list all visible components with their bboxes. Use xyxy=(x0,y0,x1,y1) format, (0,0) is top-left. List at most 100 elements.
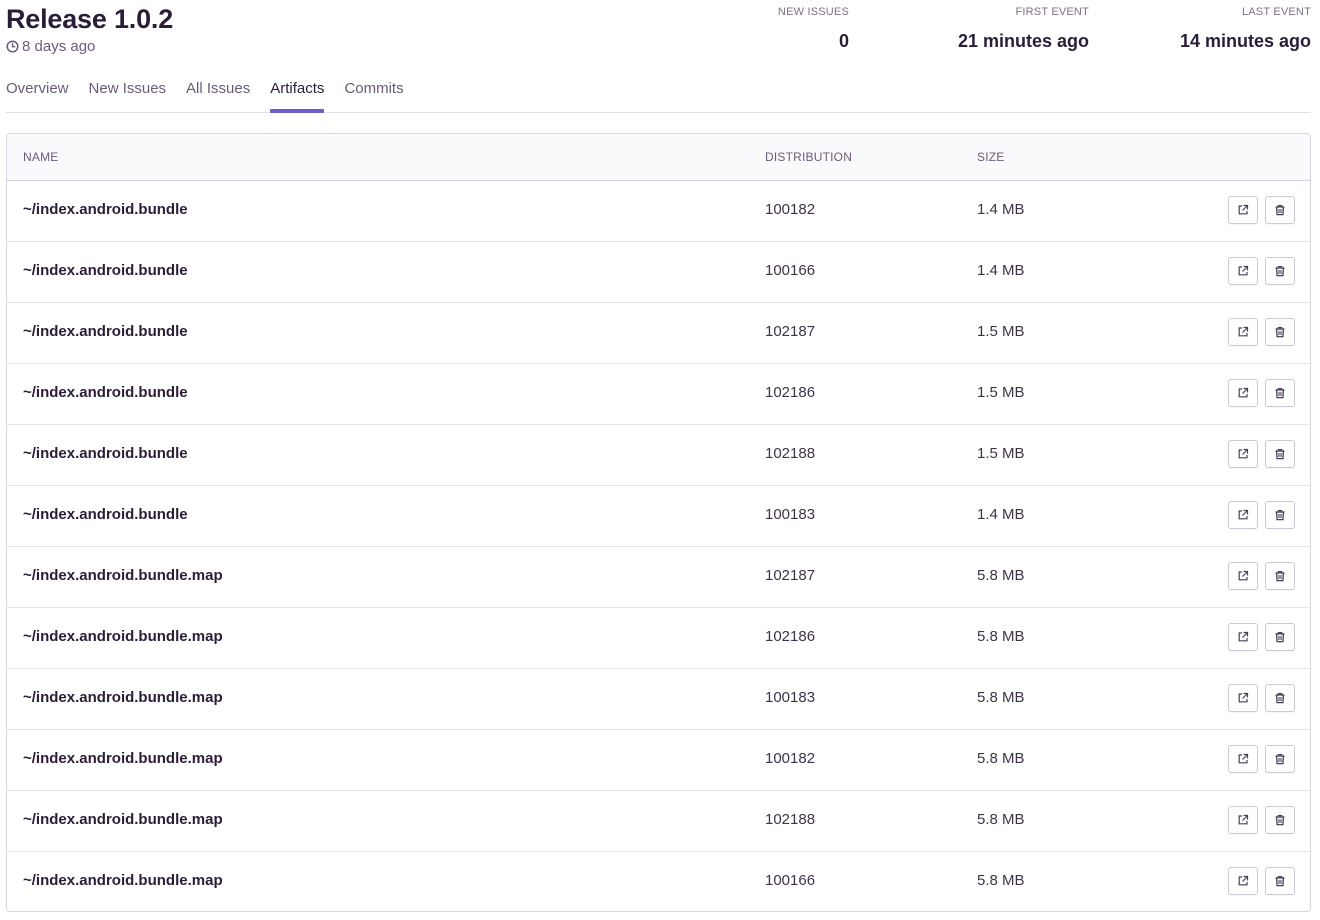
open-artifact-button[interactable] xyxy=(1228,623,1258,651)
artifact-size: 1.5 MB xyxy=(977,445,1025,462)
delete-artifact-button[interactable] xyxy=(1265,684,1295,712)
trash-icon xyxy=(1274,875,1286,887)
delete-artifact-button[interactable] xyxy=(1265,257,1295,285)
row-actions xyxy=(1221,562,1295,590)
row-actions xyxy=(1221,257,1295,285)
delete-artifact-button[interactable] xyxy=(1265,440,1295,468)
artifact-size: 1.5 MB xyxy=(977,323,1025,340)
artifact-name: ~/index.android.bundle.map xyxy=(23,628,223,645)
artifact-name: ~/index.android.bundle xyxy=(23,445,188,462)
delete-artifact-button[interactable] xyxy=(1265,623,1295,651)
open-artifact-button[interactable] xyxy=(1228,684,1258,712)
table-header: NAME DISTRIBUTION SIZE xyxy=(7,134,1310,181)
tab-new-issues[interactable]: New Issues xyxy=(89,77,167,111)
open-artifact-button[interactable] xyxy=(1228,501,1258,529)
artifact-size: 1.4 MB xyxy=(977,262,1025,279)
artifact-size: 5.8 MB xyxy=(977,811,1025,828)
artifact-name: ~/index.android.bundle xyxy=(23,201,188,218)
open-artifact-button[interactable] xyxy=(1228,440,1258,468)
open-artifact-button[interactable] xyxy=(1228,318,1258,346)
table-row: ~/index.android.bundle 102188 1.5 MB xyxy=(7,425,1310,486)
artifact-name: ~/index.android.bundle.map xyxy=(23,750,223,767)
row-actions xyxy=(1221,623,1295,651)
stat-label: NEW ISSUES xyxy=(777,6,849,18)
row-actions xyxy=(1221,745,1295,773)
delete-artifact-button[interactable] xyxy=(1265,562,1295,590)
release-age-text: 8 days ago xyxy=(22,38,96,55)
row-actions xyxy=(1221,806,1295,834)
artifact-distribution: 102187 xyxy=(765,567,816,584)
artifact-size: 5.8 MB xyxy=(977,872,1025,889)
column-header-name: NAME xyxy=(23,150,59,164)
artifact-name: ~/index.android.bundle.map xyxy=(23,811,223,828)
external-link-icon xyxy=(1237,814,1249,826)
open-artifact-button[interactable] xyxy=(1228,257,1258,285)
artifact-size: 1.5 MB xyxy=(977,384,1025,401)
column-header-distribution: DISTRIBUTION xyxy=(765,150,853,164)
artifact-name: ~/index.android.bundle.map xyxy=(23,872,223,889)
artifact-name: ~/index.android.bundle xyxy=(23,506,188,523)
row-actions xyxy=(1221,196,1295,224)
table-row: ~/index.android.bundle.map 100166 5.8 MB xyxy=(7,852,1310,911)
trash-icon xyxy=(1274,570,1286,582)
tab-all-issues[interactable]: All Issues xyxy=(186,77,250,111)
artifact-size: 5.8 MB xyxy=(977,689,1025,706)
release-stats: NEW ISSUES 0 FIRST EVENT 21 minutes ago … xyxy=(729,6,1311,52)
external-link-icon xyxy=(1237,753,1249,765)
table-row: ~/index.android.bundle.map 102187 5.8 MB xyxy=(7,547,1310,608)
clock-icon xyxy=(6,40,19,53)
delete-artifact-button[interactable] xyxy=(1265,867,1295,895)
delete-artifact-button[interactable] xyxy=(1265,196,1295,224)
open-artifact-button[interactable] xyxy=(1228,379,1258,407)
open-artifact-button[interactable] xyxy=(1228,867,1258,895)
artifact-size: 1.4 MB xyxy=(977,506,1025,523)
stat-value: 21 minutes ago xyxy=(957,31,1089,51)
open-artifact-button[interactable] xyxy=(1228,196,1258,224)
artifact-size: 5.8 MB xyxy=(977,567,1025,584)
open-artifact-button[interactable] xyxy=(1228,806,1258,834)
tab-overview[interactable]: Overview xyxy=(6,77,69,111)
table-body: ~/index.android.bundle 100182 1.4 MB ~/inde… xyxy=(7,181,1310,911)
delete-artifact-button[interactable] xyxy=(1265,379,1295,407)
stat-first-event: FIRST EVENT 21 minutes ago xyxy=(949,6,1089,52)
tab-artifacts[interactable]: Artifacts xyxy=(270,77,325,113)
trash-icon xyxy=(1274,509,1286,521)
row-actions xyxy=(1221,684,1295,712)
delete-artifact-button[interactable] xyxy=(1265,745,1295,773)
trash-icon xyxy=(1274,265,1286,277)
artifact-name: ~/index.android.bundle xyxy=(23,384,188,401)
stat-value: 14 minutes ago xyxy=(1179,31,1311,51)
delete-artifact-button[interactable] xyxy=(1265,318,1295,346)
release-tabs: Overview New Issues All Issues Artifacts… xyxy=(6,77,1311,113)
open-artifact-button[interactable] xyxy=(1228,745,1258,773)
delete-artifact-button[interactable] xyxy=(1265,806,1295,834)
open-artifact-button[interactable] xyxy=(1228,562,1258,590)
artifact-distribution: 100166 xyxy=(765,262,816,279)
row-actions xyxy=(1221,440,1295,468)
external-link-icon xyxy=(1237,631,1249,643)
artifact-size: 1.4 MB xyxy=(977,201,1025,218)
stat-label: LAST EVENT xyxy=(1241,6,1311,18)
artifact-distribution: 102186 xyxy=(765,628,816,645)
artifact-name: ~/index.android.bundle xyxy=(23,323,188,340)
artifact-size: 5.8 MB xyxy=(977,750,1025,767)
row-actions xyxy=(1221,318,1295,346)
artifact-distribution: 100183 xyxy=(765,506,816,523)
table-row: ~/index.android.bundle 102187 1.5 MB xyxy=(7,303,1310,364)
artifact-name: ~/index.android.bundle.map xyxy=(23,689,223,706)
external-link-icon xyxy=(1237,570,1249,582)
artifact-distribution: 102187 xyxy=(765,323,816,340)
table-row: ~/index.android.bundle.map 102188 5.8 MB xyxy=(7,791,1310,852)
table-row: ~/index.android.bundle 100182 1.4 MB xyxy=(7,181,1310,242)
artifacts-table: NAME DISTRIBUTION SIZE ~/index.android.b… xyxy=(6,133,1311,912)
artifact-name: ~/index.android.bundle.map xyxy=(23,567,223,584)
release-age: 8 days ago xyxy=(6,38,95,55)
trash-icon xyxy=(1274,387,1286,399)
row-actions xyxy=(1221,379,1295,407)
trash-icon xyxy=(1274,204,1286,216)
release-header: Release 1.0.2 8 days ago NEW ISSUES 0 FI… xyxy=(6,0,1311,113)
tab-commits[interactable]: Commits xyxy=(344,77,403,111)
artifact-distribution: 102188 xyxy=(765,445,816,462)
delete-artifact-button[interactable] xyxy=(1265,501,1295,529)
artifact-name: ~/index.android.bundle xyxy=(23,262,188,279)
